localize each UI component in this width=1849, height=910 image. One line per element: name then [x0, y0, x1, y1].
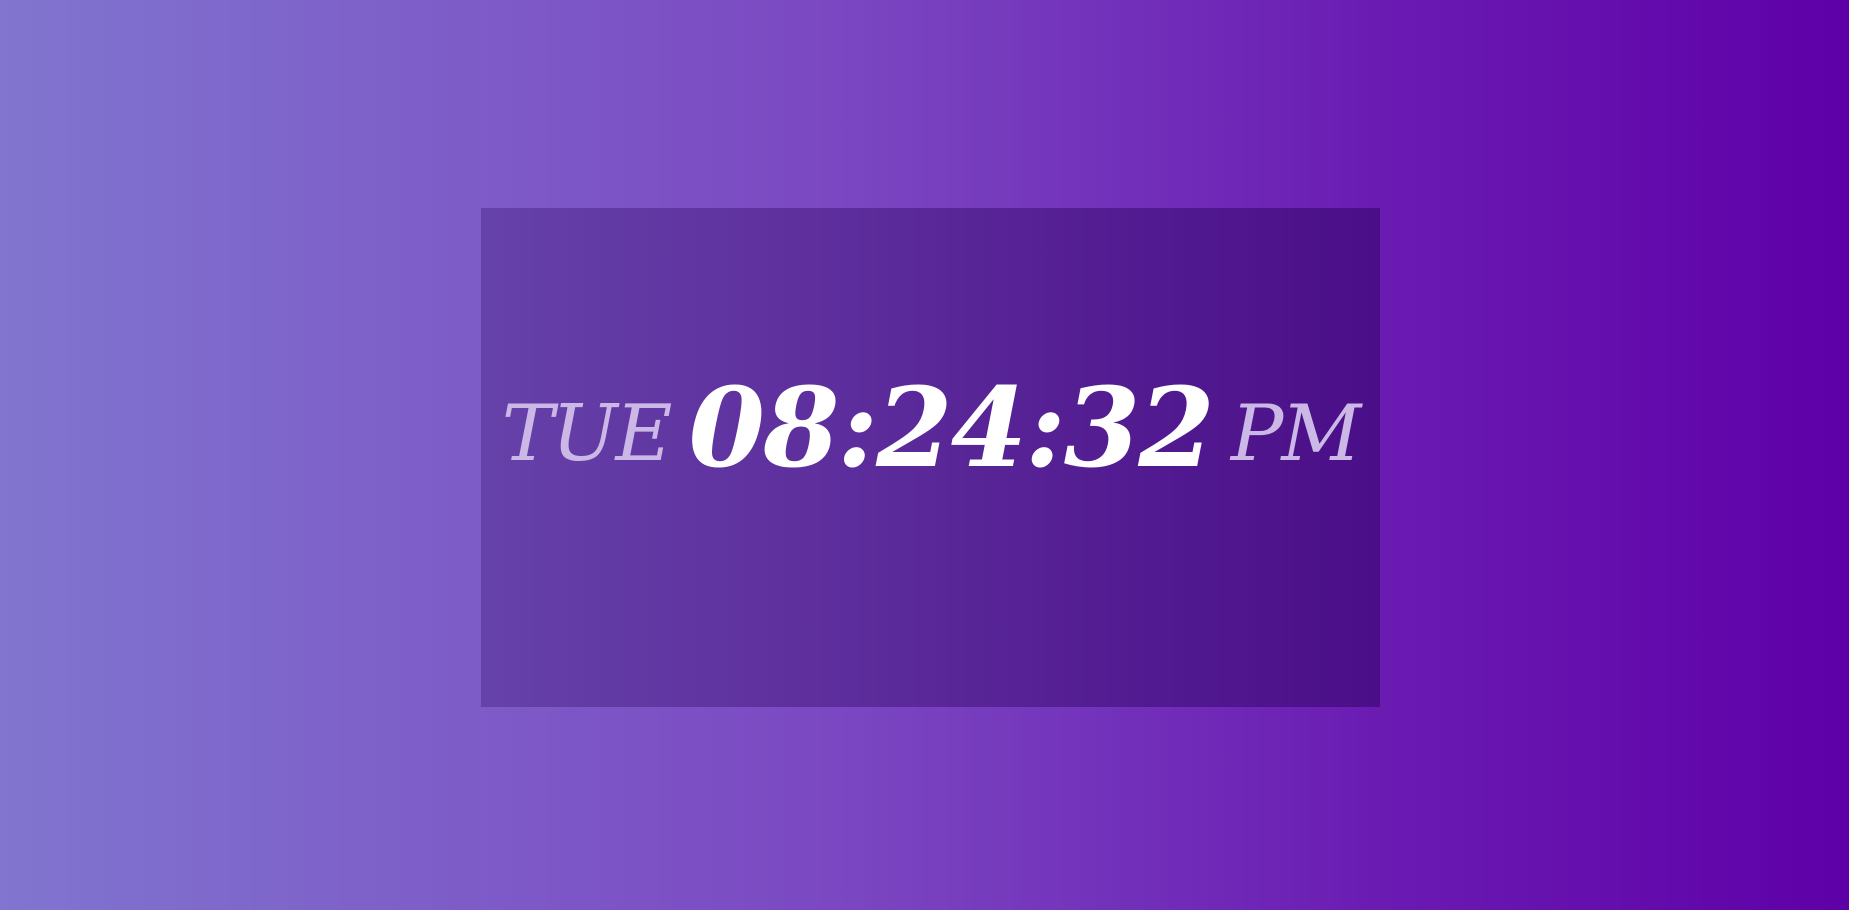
clock-period: PM — [1230, 388, 1361, 479]
clock-time: 08:24:32 — [688, 362, 1214, 492]
clock-display: TUE 08:24:32 PM — [501, 362, 1362, 492]
clock-panel: TUE 08:24:32 PM — [481, 208, 1380, 707]
clock-day: TUE — [501, 388, 673, 479]
